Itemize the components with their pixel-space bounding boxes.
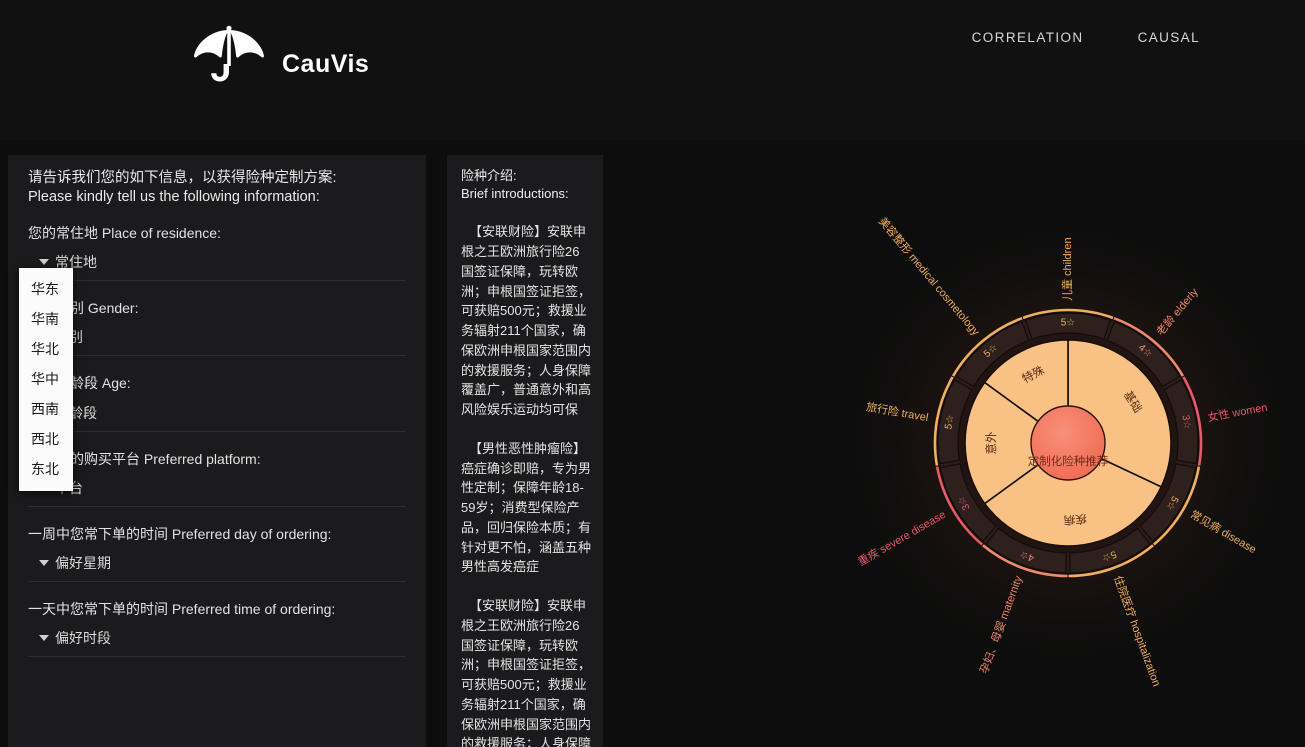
intro-panel: 险种介绍: Brief introductions: 【安联财险】安联申根之王欧… [447,155,603,747]
select-day[interactable]: 偏好星期 [28,555,406,583]
brand-name: CauVis [282,49,370,78]
nav-link-causal[interactable]: CAUSAL [1138,30,1200,45]
sunburst-svg: 基础疾病意外特殊定制化险种推荐5☆儿童 children4☆老龄 elderly… [828,203,1305,688]
form-field-platform: 您常用的购买平台 Preferred platform: 平台 [28,450,406,507]
dropdown-option[interactable]: 华东 [19,274,73,304]
select-platform[interactable]: 平台 [28,481,406,507]
form-field-time: 一天中您常下单的时间 Preferred time of ordering: 偏… [28,600,406,658]
chart-center-disc[interactable] [1030,405,1106,481]
intro-panel-heading: 险种介绍: Brief introductions: [461,168,569,201]
dropdown-option[interactable]: 华北 [19,334,73,364]
select-gender[interactable]: 性别 [28,330,406,357]
select-day-value: 偏好星期 [55,555,111,572]
brand[interactable]: CauVis [190,22,369,88]
recommendation-sunburst-chart: 基础 疾病 意外 特殊 定制化险种推荐 5☆ 儿童 children 4☆ 老龄 elderly… [610,150,1305,747]
dropdown-option[interactable]: 华中 [19,364,73,394]
form-field-day: 一周中您常下单的时间 Preferred day of ordering: 偏好… [28,525,406,583]
form-field-gender: 您的性别 Gender: 性别 [28,299,406,357]
inner-ring-label: 意外 [984,431,998,454]
intro-paragraph: 【安联财险】安联申根之王欧洲旅行险26国签证保障，玩转欧洲；申根国签证拒签，可获… [461,598,592,747]
umbrella-icon [194,25,264,82]
dropdown-option[interactable]: 西南 [19,394,73,424]
dropdown-option[interactable]: 西北 [19,424,73,454]
segment-rating: 5☆ [1061,318,1076,329]
form-panel-title: 请告诉我们您的如下信息，以获得险种定制方案: Please kindly tel… [28,170,337,205]
select-time[interactable]: 偏好时段 [28,630,406,658]
form-field-residence: 您的常住地 Place of residence: 常住地 [28,224,406,282]
form-field-age: 您的年龄段 Age: 年龄段 [28,374,406,432]
chevron-down-icon [39,635,49,642]
segment-label: 儿童 children [1060,237,1074,301]
select-time-value: 偏好时段 [55,630,111,647]
field-label-time: 一天中您常下单的时间 Preferred time of ordering: [28,601,336,618]
page-header: CauVis CORRELATION CAUSAL [0,0,1305,140]
field-label-platform: 您常用的购买平台 Preferred platform: [28,450,261,467]
app-root: CauVis CORRELATION CAUSAL 请告诉我们您的如下信息，以获… [0,0,1305,747]
intro-paragraph: 【安联财险】安联申根之王欧洲旅行险26国签证保障，玩转欧洲；申根国签证拒签，可获… [461,224,592,418]
field-label-residence: 您的常住地 Place of residence: [28,225,221,242]
intro-paragraph: 【男性恶性肿瘤险】癌症确诊即赔，专为男性定制；保障年龄18-59岁；消费型保险产… [461,440,592,575]
residence-dropdown-menu[interactable]: 华东 华南 华北 华中 西南 西北 东北 [19,268,73,491]
chevron-down-icon [39,560,49,567]
dropdown-option[interactable]: 华南 [19,304,73,334]
dropdown-option[interactable]: 东北 [19,454,73,484]
select-residence[interactable]: 常住地 [28,255,406,282]
field-label-age: 您的年龄段 Age: [28,375,131,392]
select-age[interactable]: 年龄段 [28,406,406,432]
main-nav: CORRELATION CAUSAL [972,30,1200,45]
chevron-down-icon [39,259,49,266]
chart-center-label: 定制化险种推荐 [1028,454,1109,468]
field-label-day: 一周中您常下单的时间 Preferred day of ordering: [28,525,332,542]
nav-link-correlation[interactable]: CORRELATION [972,30,1084,45]
field-label-gender: 您的性别 Gender: [28,300,139,317]
